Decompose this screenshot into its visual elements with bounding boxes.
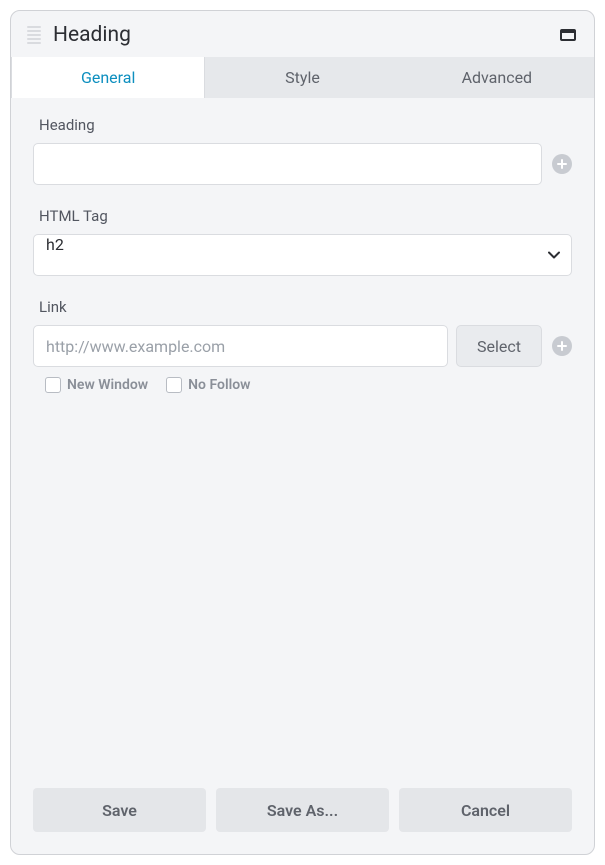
link-select-button[interactable]: Select [456,325,542,367]
window-mode-icon[interactable] [560,29,576,41]
add-connection-icon[interactable] [552,154,572,174]
checkbox-icon [166,377,182,393]
save-button[interactable]: Save [33,788,206,832]
link-label: Link [33,298,572,316]
settings-panel: Heading General Style Advanced Heading H… [10,10,595,855]
tab-advanced[interactable]: Advanced [400,57,594,98]
add-connection-icon[interactable] [552,336,572,356]
cancel-button[interactable]: Cancel [399,788,572,832]
field-html-tag: HTML Tag h2 [33,207,572,276]
new-window-checkbox[interactable]: New Window [45,377,148,393]
heading-input[interactable] [33,143,542,185]
panel-title: Heading [53,23,560,47]
save-as-button[interactable]: Save As... [216,788,389,832]
html-tag-label: HTML Tag [33,207,572,225]
panel-content: Heading HTML Tag h2 [11,98,594,788]
tab-style[interactable]: Style [205,57,399,98]
heading-label: Heading [33,116,572,134]
no-follow-label: No Follow [188,377,250,393]
checkbox-icon [45,377,61,393]
new-window-label: New Window [67,377,148,393]
panel-footer: Save Save As... Cancel [11,788,594,854]
link-options-row: New Window No Follow [33,377,572,393]
field-link: Link Select New Window No Follow [33,298,572,393]
link-input[interactable] [33,325,448,367]
drag-handle-icon[interactable] [27,26,41,44]
tab-bar: General Style Advanced [11,57,594,98]
tab-general[interactable]: General [11,57,205,98]
panel-header: Heading [11,11,594,57]
field-heading: Heading [33,116,572,185]
html-tag-select[interactable]: h2 [33,234,572,276]
no-follow-checkbox[interactable]: No Follow [166,377,250,393]
